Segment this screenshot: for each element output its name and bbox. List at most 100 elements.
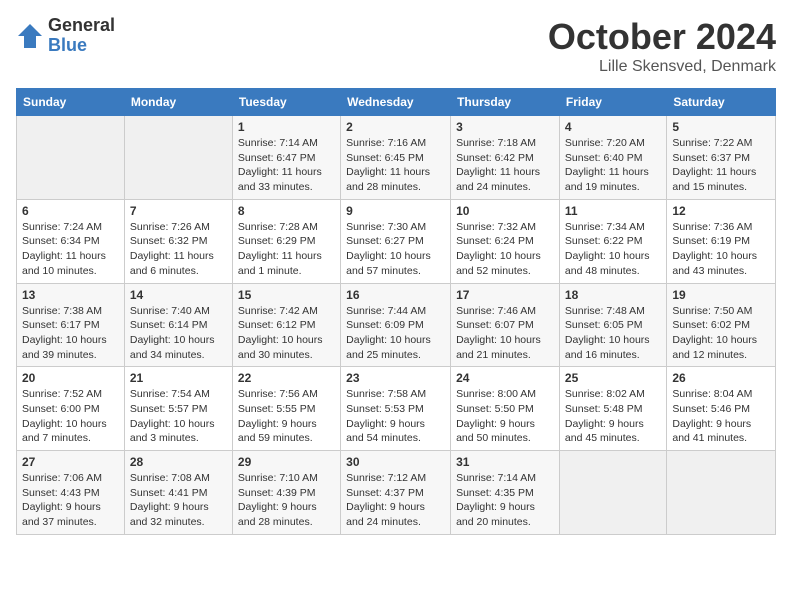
calendar-cell: 9 Sunrise: 7:30 AM Sunset: 6:27 PM Daylig… xyxy=(341,199,451,283)
day-data: Sunrise: 7:08 AM Sunset: 4:41 PM Dayligh… xyxy=(130,471,227,530)
column-header-tuesday: Tuesday xyxy=(232,89,340,116)
column-header-friday: Friday xyxy=(559,89,666,116)
calendar-cell: 8 Sunrise: 7:28 AM Sunset: 6:29 PM Daylig… xyxy=(232,199,340,283)
day-number: 23 xyxy=(346,371,445,385)
calendar-cell: 3 Sunrise: 7:18 AM Sunset: 6:42 PM Daylig… xyxy=(451,116,560,200)
day-number: 13 xyxy=(22,288,119,302)
day-data: Sunrise: 7:52 AM Sunset: 6:00 PM Dayligh… xyxy=(22,387,119,446)
calendar-cell: 5Sunrise: 7:22 AM Sunset: 6:37 PM Daylig… xyxy=(667,116,776,200)
column-header-wednesday: Wednesday xyxy=(341,89,451,116)
day-number: 18 xyxy=(565,288,661,302)
page-subtitle: Lille Skensved, Denmark xyxy=(548,58,776,76)
day-number: 21 xyxy=(130,371,227,385)
calendar-cell xyxy=(124,116,232,200)
title-block: October 2024 Lille Skensved, Denmark xyxy=(548,16,776,76)
logo-text: General Blue xyxy=(48,16,115,56)
day-number: 28 xyxy=(130,455,227,469)
calendar-cell: 30 Sunrise: 7:12 AM Sunset: 4:37 PM Dayli… xyxy=(341,451,451,535)
calendar-week-row: 13 Sunrise: 7:38 AM Sunset: 6:17 PM Dayli… xyxy=(17,283,776,367)
day-number: 19 xyxy=(672,288,770,302)
day-number: 3 xyxy=(456,120,554,134)
day-data: Sunrise: 7:10 AM Sunset: 4:39 PM Dayligh… xyxy=(238,471,335,530)
day-number: 17 xyxy=(456,288,554,302)
day-number: 27 xyxy=(22,455,119,469)
day-data: Sunrise: 7:34 AM Sunset: 6:22 PM Dayligh… xyxy=(565,220,661,279)
calendar-cell: 21 Sunrise: 7:54 AM Sunset: 5:57 PM Dayli… xyxy=(124,367,232,451)
calendar-cell: 4 Sunrise: 7:20 AM Sunset: 6:40 PM Daylig… xyxy=(559,116,666,200)
day-data: Sunrise: 7:14 AM Sunset: 4:35 PM Dayligh… xyxy=(456,471,554,530)
column-header-saturday: Saturday xyxy=(667,89,776,116)
page-title: October 2024 xyxy=(548,16,776,58)
day-number: 6 xyxy=(22,204,119,218)
day-number: 9 xyxy=(346,204,445,218)
calendar-cell: 25 Sunrise: 8:02 AM Sunset: 5:48 PM Dayli… xyxy=(559,367,666,451)
day-number: 26 xyxy=(672,371,770,385)
day-data: Sunrise: 7:32 AM Sunset: 6:24 PM Dayligh… xyxy=(456,220,554,279)
day-number: 4 xyxy=(565,120,661,134)
day-number: 25 xyxy=(565,371,661,385)
logo-icon xyxy=(16,22,44,50)
calendar-cell: 20 Sunrise: 7:52 AM Sunset: 6:00 PM Dayli… xyxy=(17,367,125,451)
calendar-cell: 6 Sunrise: 7:24 AM Sunset: 6:34 PM Daylig… xyxy=(17,199,125,283)
day-data: Sunrise: 7:30 AM Sunset: 6:27 PM Dayligh… xyxy=(346,220,445,279)
calendar-cell: 27 Sunrise: 7:06 AM Sunset: 4:43 PM Dayli… xyxy=(17,451,125,535)
calendar-week-row: 20 Sunrise: 7:52 AM Sunset: 6:00 PM Dayli… xyxy=(17,367,776,451)
calendar-cell: 29Sunrise: 7:10 AM Sunset: 4:39 PM Dayli… xyxy=(232,451,340,535)
day-data: Sunrise: 7:28 AM Sunset: 6:29 PM Dayligh… xyxy=(238,220,335,279)
day-data: Sunrise: 7:12 AM Sunset: 4:37 PM Dayligh… xyxy=(346,471,445,530)
day-data: Sunrise: 7:06 AM Sunset: 4:43 PM Dayligh… xyxy=(22,471,119,530)
day-number: 2 xyxy=(346,120,445,134)
day-number: 11 xyxy=(565,204,661,218)
day-data: Sunrise: 7:22 AM Sunset: 6:37 PM Dayligh… xyxy=(672,136,770,195)
column-header-monday: Monday xyxy=(124,89,232,116)
day-data: Sunrise: 7:46 AM Sunset: 6:07 PM Dayligh… xyxy=(456,304,554,363)
calendar-week-row: 1 Sunrise: 7:14 AM Sunset: 6:47 PM Daylig… xyxy=(17,116,776,200)
day-data: Sunrise: 7:58 AM Sunset: 5:53 PM Dayligh… xyxy=(346,387,445,446)
day-number: 20 xyxy=(22,371,119,385)
logo-blue: Blue xyxy=(48,36,115,56)
day-number: 14 xyxy=(130,288,227,302)
calendar-cell: 16Sunrise: 7:44 AM Sunset: 6:09 PM Dayli… xyxy=(341,283,451,367)
day-data: Sunrise: 7:36 AM Sunset: 6:19 PM Dayligh… xyxy=(672,220,770,279)
calendar-cell: 18Sunrise: 7:48 AM Sunset: 6:05 PM Dayli… xyxy=(559,283,666,367)
calendar-week-row: 27 Sunrise: 7:06 AM Sunset: 4:43 PM Dayli… xyxy=(17,451,776,535)
day-number: 10 xyxy=(456,204,554,218)
calendar-cell: 31Sunrise: 7:14 AM Sunset: 4:35 PM Dayli… xyxy=(451,451,560,535)
calendar-cell: 10 Sunrise: 7:32 AM Sunset: 6:24 PM Dayli… xyxy=(451,199,560,283)
day-data: Sunrise: 7:18 AM Sunset: 6:42 PM Dayligh… xyxy=(456,136,554,195)
day-data: Sunrise: 7:50 AM Sunset: 6:02 PM Dayligh… xyxy=(672,304,770,363)
day-number: 30 xyxy=(346,455,445,469)
day-number: 7 xyxy=(130,204,227,218)
calendar-cell xyxy=(559,451,666,535)
calendar-cell: 26 Sunrise: 8:04 AM Sunset: 5:46 PM Dayli… xyxy=(667,367,776,451)
logo-general: General xyxy=(48,16,115,36)
day-data: Sunrise: 7:14 AM Sunset: 6:47 PM Dayligh… xyxy=(238,136,335,195)
day-number: 12 xyxy=(672,204,770,218)
calendar-cell: 17 Sunrise: 7:46 AM Sunset: 6:07 PM Dayli… xyxy=(451,283,560,367)
calendar-cell: 15 Sunrise: 7:42 AM Sunset: 6:12 PM Dayli… xyxy=(232,283,340,367)
day-data: Sunrise: 7:20 AM Sunset: 6:40 PM Dayligh… xyxy=(565,136,661,195)
calendar-cell xyxy=(17,116,125,200)
day-data: Sunrise: 8:00 AM Sunset: 5:50 PM Dayligh… xyxy=(456,387,554,446)
day-number: 1 xyxy=(238,120,335,134)
calendar-cell: 11 Sunrise: 7:34 AM Sunset: 6:22 PM Dayli… xyxy=(559,199,666,283)
calendar-header-row: SundayMondayTuesdayWednesdayThursdayFrid… xyxy=(17,89,776,116)
day-data: Sunrise: 7:24 AM Sunset: 6:34 PM Dayligh… xyxy=(22,220,119,279)
day-data: Sunrise: 8:02 AM Sunset: 5:48 PM Dayligh… xyxy=(565,387,661,446)
day-data: Sunrise: 8:04 AM Sunset: 5:46 PM Dayligh… xyxy=(672,387,770,446)
calendar-week-row: 6 Sunrise: 7:24 AM Sunset: 6:34 PM Daylig… xyxy=(17,199,776,283)
day-number: 8 xyxy=(238,204,335,218)
calendar-cell: 7Sunrise: 7:26 AM Sunset: 6:32 PM Daylig… xyxy=(124,199,232,283)
day-number: 15 xyxy=(238,288,335,302)
day-data: Sunrise: 7:38 AM Sunset: 6:17 PM Dayligh… xyxy=(22,304,119,363)
calendar-cell: 13 Sunrise: 7:38 AM Sunset: 6:17 PM Dayli… xyxy=(17,283,125,367)
day-data: Sunrise: 7:16 AM Sunset: 6:45 PM Dayligh… xyxy=(346,136,445,195)
day-data: Sunrise: 7:40 AM Sunset: 6:14 PM Dayligh… xyxy=(130,304,227,363)
column-header-sunday: Sunday xyxy=(17,89,125,116)
day-number: 16 xyxy=(346,288,445,302)
calendar-table: SundayMondayTuesdayWednesdayThursdayFrid… xyxy=(16,88,776,535)
day-data: Sunrise: 7:42 AM Sunset: 6:12 PM Dayligh… xyxy=(238,304,335,363)
day-data: Sunrise: 7:56 AM Sunset: 5:55 PM Dayligh… xyxy=(238,387,335,446)
calendar-cell: 28 Sunrise: 7:08 AM Sunset: 4:41 PM Dayli… xyxy=(124,451,232,535)
day-data: Sunrise: 7:54 AM Sunset: 5:57 PM Dayligh… xyxy=(130,387,227,446)
